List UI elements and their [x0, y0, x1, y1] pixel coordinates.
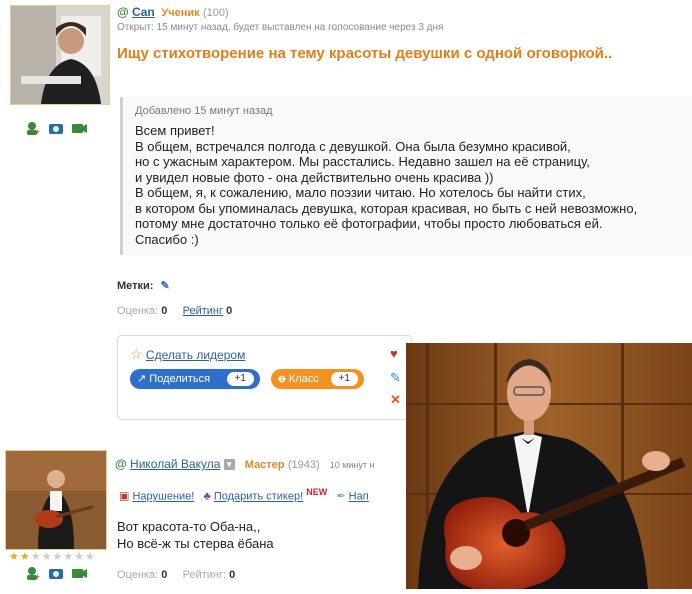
answer-author-line: @ Николай Вакула ▼ Мастер (1943) 10 мину… [115, 457, 374, 471]
answer-author-rank: Мастер [244, 459, 285, 471]
share-icon: ↗ [137, 373, 147, 385]
answer-time: 10 минут н [329, 460, 375, 470]
answer-author-icons: + [25, 566, 87, 582]
camera-icon[interactable] [48, 121, 64, 135]
class-label: Класс [288, 373, 319, 385]
gift-sticker-link[interactable]: Подарить стикер! [214, 491, 303, 503]
question-title: Ищу стихотворение на тему красоты девушк… [117, 45, 613, 62]
answer-stats: Оценка: 0 Рейтинг: 0 [117, 569, 235, 581]
question-body-text: Всем привет! В общем, встречался полгода… [135, 123, 638, 247]
share-label: Поделиться [149, 373, 211, 385]
tags-row: Метки: ✎ [117, 279, 170, 292]
video-icon[interactable] [71, 121, 87, 135]
question-author-line: @ Can Ученик (100) [117, 5, 229, 19]
rank-link[interactable]: Рейтинг [183, 305, 223, 317]
share-button[interactable]: ↗ Поделиться +1 [130, 369, 260, 389]
answer-actions: ▣ Нарушение! ♣ Подарить стикер! NEW ✒ На… [119, 487, 369, 503]
answer-author-name[interactable]: Николай Вакула [130, 457, 220, 471]
heart-icon[interactable]: ♥ [390, 346, 398, 361]
answer-rank-value: 0 [229, 569, 236, 581]
answer-author-stars: ★★★★★★★★ [9, 551, 96, 563]
share-box: ☆ Сделать лидером ↗ Поделиться +1 ꝋ Клас… [117, 335, 412, 420]
question-stats: Оценка: 0 Рейтинг 0 [117, 305, 232, 317]
user-status-icon: @ [115, 457, 127, 471]
answer-author-avatar[interactable] [5, 450, 107, 550]
star-icon: ☆ [130, 346, 143, 362]
report-link[interactable]: Нарушение! [132, 491, 194, 503]
make-leader-link[interactable]: Сделать лидером [146, 348, 245, 362]
ok-icon: ꝋ [278, 373, 286, 385]
flag-icon: ▣ [119, 490, 130, 503]
question-body-box: Добавлено 15 минут назад Всем привет! В … [120, 97, 692, 255]
rating-label: Оценка: [117, 305, 159, 317]
gift-icon: ♣ [203, 490, 211, 503]
camera-icon[interactable] [48, 566, 64, 580]
answer-rank-label: Рейтинг: [182, 569, 227, 581]
question-added-time: Добавлено 15 минут назад [135, 105, 273, 117]
make-leader-row[interactable]: ☆ Сделать лидером [130, 346, 245, 363]
answer-body-text: Вот красота-то Оба-на,, Но всё-ж ты стер… [117, 519, 274, 551]
rating-value: 0 [161, 305, 168, 317]
class-button[interactable]: ꝋ Класс +1 [271, 369, 364, 389]
question-author-name[interactable]: Can [132, 5, 155, 19]
author-rank-points: (100) [203, 7, 229, 19]
close-icon[interactable]: ✕ [390, 392, 401, 408]
video-icon[interactable] [71, 566, 87, 580]
svg-text:+: + [35, 127, 40, 135]
pencil-icon[interactable]: ✎ [161, 280, 170, 292]
answer-author-rank-points: (1943) [287, 459, 320, 471]
answer-rating-label: Оценка: [117, 569, 159, 581]
author-icons: + [25, 121, 87, 137]
feather-icon: ✒ [336, 490, 346, 503]
share-counter: +1 [226, 372, 254, 386]
class-counter: +1 [330, 372, 358, 386]
new-badge: NEW [306, 487, 328, 497]
chevron-down-icon[interactable]: ▼ [223, 459, 235, 471]
question-author-avatar[interactable] [10, 5, 110, 105]
bookmark-icon[interactable]: ✎ [390, 370, 401, 386]
guitarist-photo [406, 343, 692, 592]
more-link[interactable]: Нап [349, 491, 369, 503]
user-add-icon[interactable]: + [25, 566, 41, 582]
user-add-icon[interactable]: + [25, 121, 41, 137]
author-rank: Ученик [161, 7, 200, 19]
question-meta: Открыт: 15 минут назад, будет выставлен … [117, 22, 444, 33]
answer-rating-value: 0 [161, 569, 168, 581]
rank-value: 0 [226, 305, 233, 317]
svg-text:+: + [35, 572, 40, 580]
user-status-icon: @ [117, 5, 129, 19]
tags-label: Метки: [117, 280, 154, 292]
